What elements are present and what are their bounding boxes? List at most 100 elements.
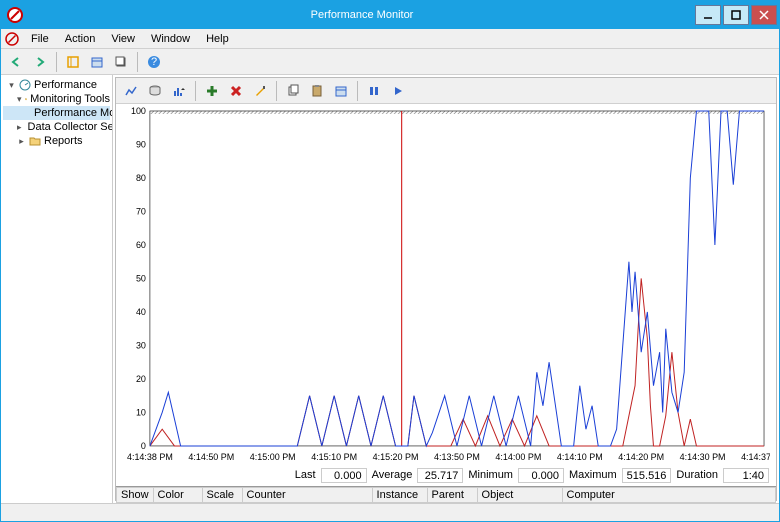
statistics-row: Last 0.000 Average 25.717 Minimum 0.000 … [116,466,776,486]
col-instance[interactable]: Instance [372,487,427,502]
copy-properties-button[interactable] [282,80,304,102]
maximize-button[interactable] [723,5,749,25]
svg-text:4:14:10 PM: 4:14:10 PM [557,452,603,462]
change-graph-type-button[interactable] [168,80,190,102]
tree-reports[interactable]: ▸ Reports [3,134,110,148]
status-bar [1,503,779,521]
minimum-value: 0.000 [518,468,564,483]
collapse-icon[interactable]: ▾ [7,81,16,90]
average-value: 25.717 [417,468,463,483]
svg-text:100: 100 [131,107,146,116]
app-icon [7,7,23,23]
col-scale[interactable]: Scale [202,487,242,502]
perf-icon [19,79,31,91]
menu-file[interactable]: File [23,31,57,47]
menu-help[interactable]: Help [198,31,237,47]
expand-icon[interactable]: ▸ [17,137,26,146]
tree-monitoring-tools[interactable]: ▾ Monitoring Tools [3,92,110,106]
svg-text:4:14:38 PM: 4:14:38 PM [127,452,173,462]
tree-label: Performance [34,79,97,91]
new-window-button[interactable] [110,51,132,73]
svg-text:?: ? [151,56,157,68]
duration-label: Duration [676,469,718,481]
svg-text:20: 20 [136,374,146,384]
window-title: Performance Monitor [29,9,695,21]
last-value: 0.000 [321,468,367,483]
freeze-display-button[interactable] [363,80,385,102]
help-button[interactable]: ? [143,51,165,73]
toolbar-divider [137,52,138,72]
expand-icon[interactable]: ▸ [17,123,22,132]
view-current-activity-button[interactable] [120,80,142,102]
system-menu-icon[interactable] [5,32,19,46]
svg-text:80: 80 [136,173,146,183]
highlight-button[interactable] [249,80,271,102]
svg-text:60: 60 [136,240,146,250]
console-tree[interactable]: ▾ Performance ▾ Monitoring Tools Performan… [1,75,113,503]
folder-icon [29,135,41,147]
col-parent[interactable]: Parent [427,487,477,502]
menubar: File Action View Window Help [1,29,779,49]
tree-performance[interactable]: ▾ Performance [3,78,110,92]
properties-button[interactable] [330,80,352,102]
main-pane: 0 10 20 30 40 50 60 70 80 90 100 4:14:38 PM 4:14:50 … [115,77,777,501]
col-computer[interactable]: Computer [562,487,775,502]
toolbar-divider [357,81,358,101]
average-label: Average [372,469,413,481]
col-show[interactable]: Show [117,487,154,502]
toolbar-divider [195,81,196,101]
properties-button[interactable] [86,51,108,73]
maximum-value: 515.516 [622,468,672,483]
svg-text:4:15:00 PM: 4:15:00 PM [250,452,296,462]
update-data-button[interactable] [387,80,409,102]
svg-text:4:15:10 PM: 4:15:10 PM [311,452,357,462]
tree-data-collector-sets[interactable]: ▸ Data Collector Sets [3,120,110,134]
delete-counter-button[interactable] [225,80,247,102]
svg-text:70: 70 [136,206,146,216]
col-counter[interactable]: Counter [242,487,372,502]
view-log-data-button[interactable] [144,80,166,102]
svg-text:50: 50 [136,273,146,283]
folder-icon [25,93,28,105]
forward-button[interactable] [29,51,51,73]
menu-view[interactable]: View [103,31,143,47]
back-button[interactable] [5,51,27,73]
tree-label: Reports [44,135,83,147]
toolbar-divider [56,52,57,72]
svg-text:0: 0 [141,441,146,451]
tree-label: Monitoring Tools [30,93,110,105]
svg-text:4:14:00 PM: 4:14:00 PM [495,452,541,462]
duration-value: 1:40 [723,468,769,483]
show-hide-console-tree-button[interactable] [62,51,84,73]
tree-label: Performance Monitor [34,107,113,119]
svg-text:4:14:30 PM: 4:14:30 PM [680,452,726,462]
counter-legend-table[interactable]: Show Color Scale Counter Instance Parent… [116,486,776,503]
line-chart: 0 10 20 30 40 50 60 70 80 90 100 4:14:38 PM 4:14:50 … [122,107,770,464]
collapse-icon[interactable]: ▾ [17,95,22,104]
menu-action[interactable]: Action [57,31,104,47]
legend-header-row[interactable]: Show Color Scale Counter Instance Parent… [117,487,776,502]
paste-counter-list-button[interactable] [306,80,328,102]
minimize-button[interactable] [695,5,721,25]
add-counter-button[interactable] [201,80,223,102]
maximum-label: Maximum [569,469,617,481]
svg-text:4:14:50 PM: 4:14:50 PM [188,452,234,462]
svg-text:90: 90 [136,139,146,149]
svg-text:4:15:20 PM: 4:15:20 PM [373,452,419,462]
svg-text:4:13:50 PM: 4:13:50 PM [434,452,480,462]
close-button[interactable] [751,5,777,25]
svg-text:4:14:37 PM: 4:14:37 PM [741,452,770,462]
svg-text:40: 40 [136,307,146,317]
svg-text:10: 10 [136,407,146,417]
toolbar-divider [276,81,277,101]
menu-window[interactable]: Window [143,31,198,47]
tree-performance-monitor[interactable]: Performance Monitor [3,106,110,120]
titlebar: Performance Monitor [1,1,779,29]
chart-toolbar [116,78,776,104]
svg-text:30: 30 [136,340,146,350]
chart-area[interactable]: 0 10 20 30 40 50 60 70 80 90 100 4:14:38 PM 4:14:50 … [122,107,770,464]
col-object[interactable]: Object [477,487,562,502]
col-color[interactable]: Color [153,487,202,502]
tree-label: Data Collector Sets [28,121,113,133]
mmc-toolbar: ? [1,49,779,75]
